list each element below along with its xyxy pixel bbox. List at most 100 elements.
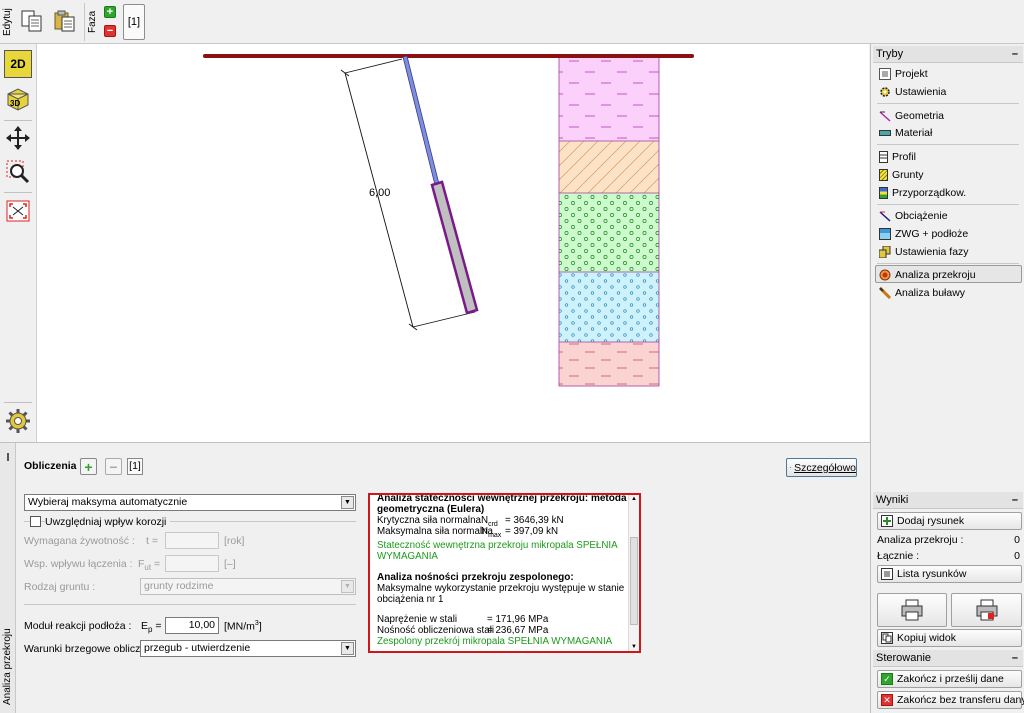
copy-view-button[interactable]: Kopiuj widok [877, 629, 1022, 647]
modulus-symbol: Ep = [141, 620, 162, 635]
pile-analysis-icon [878, 286, 892, 299]
scroll-up-icon[interactable]: ▲ [631, 496, 637, 502]
mode-load[interactable]: Obciążenie [879, 207, 948, 224]
tool-separator [4, 402, 32, 403]
modes-separator [877, 204, 1019, 205]
printer-export-icon [976, 599, 997, 621]
total-count-label: Łącznie : [877, 550, 920, 562]
mode-material[interactable]: Materiał [879, 124, 932, 141]
3d-icon: 3D [7, 88, 29, 111]
minimize-icon[interactable]: – [1012, 46, 1018, 62]
max-force-row: Maksymalna siła normalna Nmax = 397,09 k… [377, 526, 559, 539]
paste-icon [54, 10, 75, 32]
water-icon [879, 227, 891, 240]
analysis-count-label: Analiza przekroju : [877, 534, 964, 546]
add-phase-button[interactable]: + [104, 6, 116, 18]
calc-label: Obliczenia : [24, 460, 83, 472]
side-tab-grip [7, 453, 9, 461]
paste-button[interactable] [52, 7, 78, 35]
print-export-button[interactable] [951, 593, 1022, 627]
mode-pile-analysis[interactable]: Analiza buławy [878, 284, 965, 301]
capacity-row: Nośność obliczeniowa stali = 236,67 MPa [377, 625, 549, 636]
settings-icon [879, 86, 891, 98]
list-icon [881, 568, 893, 580]
mode-soils[interactable]: Grunty [879, 166, 924, 183]
dropdown-arrow-icon: ▼ [341, 642, 354, 655]
assign-icon [879, 186, 888, 199]
cross-icon: ✕ [881, 694, 893, 706]
corrosion-label: Uwzględniaj wpływ korozji [45, 516, 171, 528]
mode-project[interactable]: Projekt [879, 65, 928, 82]
stability-title: Analiza stateczności wewnętrznej przekro… [377, 493, 627, 515]
boundary-select[interactable]: przegub - utwierdzenie ▼ [140, 640, 356, 657]
soil-type-select[interactable]: grunty rodzime ▼ [140, 578, 356, 595]
analysis-count-value: 0 [1014, 534, 1020, 546]
printer-icon [901, 599, 923, 621]
mode-settings[interactable]: Ustawienia [879, 83, 946, 100]
stage-settings-icon [878, 245, 891, 258]
lifetime-input[interactable] [165, 532, 219, 549]
modulus-unit: [MN/m3] [224, 620, 262, 633]
detail-button[interactable]: Szczegółowo [786, 458, 857, 477]
side-tab[interactable]: Analiza przekroju [0, 443, 16, 713]
coef-symbol: Fut = [138, 558, 161, 573]
view-2d-button[interactable]: 2D [4, 50, 32, 78]
view-3d-button[interactable]: 3D [3, 84, 33, 114]
pan-button[interactable] [3, 123, 33, 153]
remove-calc-button[interactable]: − [105, 458, 122, 475]
micropile[interactable] [402, 55, 479, 315]
top-toolbar: Edytuj Faza + − [1] [0, 0, 1024, 44]
add-calc-button[interactable]: + [80, 458, 97, 475]
total-count-value: 0 [1014, 550, 1020, 562]
results-scrollbar[interactable]: ▲ ▼ [628, 495, 639, 651]
edit-label: Edytuj [2, 8, 13, 36]
results-content: Analiza stateczności wewnętrznej przekro… [377, 495, 627, 647]
check-icon: ✓ [881, 673, 893, 685]
soil-profile [558, 56, 660, 387]
coef-input[interactable] [165, 555, 219, 572]
mode-water[interactable]: ZWG + podłoże [879, 225, 968, 242]
minimize-icon[interactable]: – [1012, 492, 1018, 508]
mode-cross-section[interactable]: Analiza przekroju [879, 266, 976, 283]
print-button[interactable] [877, 593, 947, 627]
drawing-svg: 6,00 [203, 54, 694, 387]
scroll-thumb[interactable] [630, 537, 638, 625]
lifetime-unit: [rok] [224, 535, 245, 547]
dimension-label: 6,00 [369, 187, 390, 199]
remove-phase-button[interactable]: − [104, 25, 116, 37]
project-icon [879, 67, 891, 80]
mode-assign[interactable]: Przyporządkow. [879, 184, 966, 201]
zoom-extents-button[interactable] [3, 196, 33, 226]
modulus-label: Moduł reakcji podłoża : [24, 620, 132, 632]
corrosion-checkbox[interactable] [30, 516, 41, 527]
mode-select[interactable]: Wybieraj maksyma automatycznie ▼ [24, 494, 356, 511]
stability-ok-text: Stateczność wewnętrzna przekroju mikropa… [377, 540, 618, 562]
section-divider [24, 604, 356, 605]
scroll-down-icon[interactable]: ▼ [631, 644, 637, 650]
calc-selector[interactable]: [1] [127, 458, 143, 475]
tool-separator [4, 192, 32, 193]
copy-button[interactable] [19, 7, 45, 35]
modulus-input[interactable]: 10,00 [165, 617, 219, 634]
results-box[interactable]: Analiza stateczności wewnętrznej przekro… [368, 493, 641, 653]
mode-stage-settings[interactable]: Ustawienia fazy [878, 243, 969, 260]
finish-send-button[interactable]: ✓ Zakończ i prześlij dane [877, 670, 1022, 688]
critical-force-row: Krytyczna siła normalna Ncrd = 3646,39 k… [377, 515, 564, 528]
modes-separator [877, 103, 1019, 104]
zoom-button[interactable] [3, 157, 33, 187]
lifetime-symbol: t = [146, 535, 158, 547]
mode-geometry[interactable]: Geometria [879, 107, 944, 124]
boundary-label: Warunki brzegowe obliczeń : [24, 643, 158, 655]
phase-selector[interactable]: [1] [123, 4, 145, 40]
2d-icon: 2D [10, 57, 26, 71]
drawing-canvas[interactable]: 6,00 [37, 44, 869, 442]
mode-profile[interactable]: Profil [879, 148, 916, 165]
settings-button[interactable] [3, 406, 33, 436]
list-pictures-button[interactable]: Lista rysunków [877, 565, 1022, 583]
finish-no-transfer-button[interactable]: ✕ Zakończ bez transferu danych [877, 691, 1024, 709]
minimize-icon[interactable]: – [1012, 650, 1018, 666]
geometry-icon [879, 110, 891, 122]
modes-separator [877, 263, 1019, 264]
toolbar-divider [84, 3, 85, 41]
add-picture-button[interactable]: Dodaj rysunek [877, 512, 1022, 530]
